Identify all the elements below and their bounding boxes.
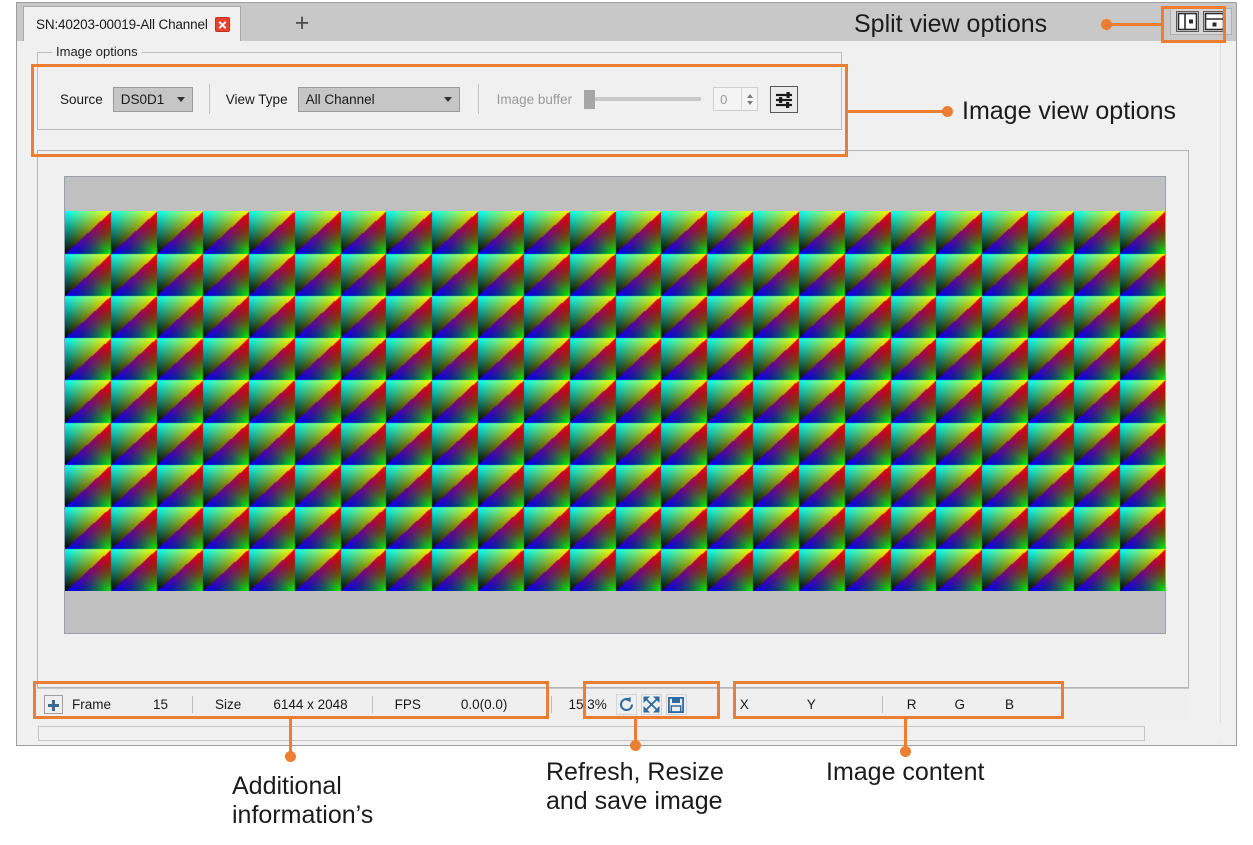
tab-label: SN:40203-00019-All Channel — [36, 16, 208, 32]
size-label: Size — [215, 697, 242, 712]
size-value: 6144 x 2048 — [273, 697, 348, 712]
annotation-label-additional-info: Additional information’s — [232, 772, 374, 829]
divider — [716, 696, 718, 713]
status-bar: Frame 15 Size 6144 x 2048 FPS 0.0(0.0) 1… — [37, 688, 1189, 720]
divider — [192, 696, 194, 713]
image-options-legend: Image options — [52, 44, 142, 59]
new-tab-button[interactable]: + — [290, 11, 314, 36]
pixel-b-label: B — [1005, 697, 1015, 712]
stepper-arrows[interactable] — [741, 88, 757, 110]
split-view-options-group — [1170, 8, 1232, 35]
view-type-label: View Type — [225, 91, 288, 107]
slider-track — [593, 97, 702, 101]
window-bottom-strip — [18, 723, 1221, 743]
tab-strip: SN:40203-00019-All Channel + — [17, 3, 1236, 41]
chevron-up-icon[interactable] — [746, 93, 753, 98]
sliders-icon[interactable] — [770, 85, 799, 113]
image-buffer-label: Image buffer — [496, 91, 573, 107]
chevron-down-icon[interactable] — [746, 100, 753, 105]
save-icon[interactable] — [665, 694, 687, 715]
annotation-dot-additional-info — [285, 751, 296, 762]
split-horizontal-icon[interactable] — [1203, 11, 1226, 32]
coord-x-label: X — [739, 697, 749, 712]
test-pattern-image — [65, 211, 1165, 591]
plus-icon[interactable] — [44, 695, 63, 714]
application-window: SN:40203-00019-All Channel + Image optio… — [16, 2, 1237, 746]
view-type-select[interactable]: All Channel — [297, 86, 460, 112]
pixel-g-label: G — [954, 697, 966, 712]
zoom-level: 15.3% — [568, 697, 607, 712]
annotation-label-image-content: Image content — [826, 758, 985, 786]
source-label: Source — [60, 91, 103, 107]
fps-label: FPS — [394, 697, 421, 712]
coord-y-label: Y — [806, 697, 816, 712]
source-value: DS0D1 — [120, 91, 165, 107]
image-buffer-stepper[interactable]: 0 — [713, 87, 759, 111]
divider — [477, 84, 479, 114]
image-options-panel: Image options Source DS0D1 View Type All… — [37, 44, 842, 130]
fit-screen-icon[interactable] — [640, 694, 662, 715]
divider — [551, 696, 553, 713]
pixel-r-label: R — [906, 697, 917, 712]
close-icon[interactable] — [214, 16, 230, 32]
split-vertical-icon[interactable] — [1176, 11, 1199, 32]
image-canvas[interactable] — [64, 176, 1166, 634]
image-viewer-panel — [37, 150, 1189, 688]
view-type-value: All Channel — [305, 91, 375, 107]
image-buffer-slider[interactable] — [584, 89, 702, 109]
image-buffer-value: 0 — [720, 91, 728, 107]
image-options-row: Source DS0D1 View Type All Channel Image… — [38, 82, 841, 116]
chevron-down-icon — [443, 97, 452, 102]
window-horizontal-scrollbar[interactable] — [38, 726, 1145, 741]
source-select[interactable]: DS0D1 — [112, 86, 193, 112]
refresh-icon[interactable] — [615, 694, 637, 715]
frame-label: Frame — [72, 697, 112, 712]
annotation-dot-image-content — [900, 746, 911, 757]
window-vertical-scrollbar[interactable] — [1220, 41, 1235, 744]
fps-value: 0.0(0.0) — [460, 697, 508, 712]
annotation-label-refresh-resize-save: Refresh, Resize and save image — [546, 758, 724, 815]
divider — [371, 696, 373, 713]
slider-thumb[interactable] — [584, 90, 596, 109]
divider — [881, 696, 883, 713]
tab-sn-40203-00019-all-channel[interactable]: SN:40203-00019-All Channel — [23, 6, 241, 41]
frame-value: 15 — [153, 697, 169, 712]
chevron-down-icon — [176, 97, 185, 102]
divider — [208, 84, 210, 114]
